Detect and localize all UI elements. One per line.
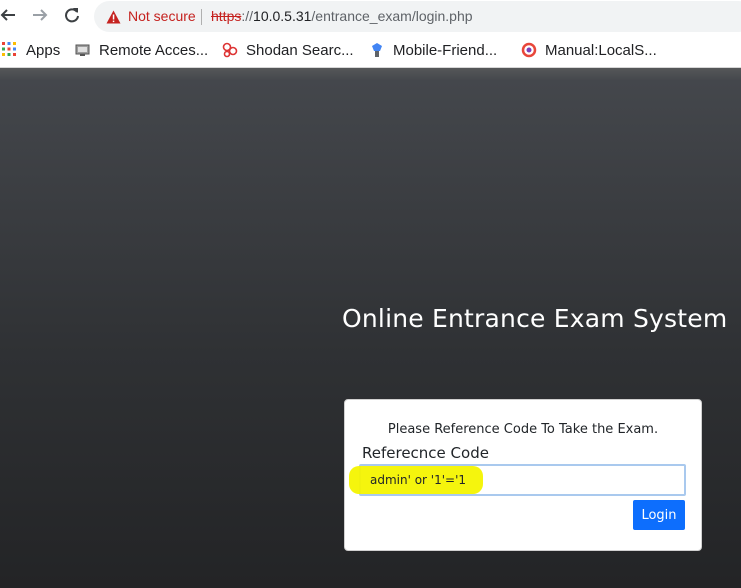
bookmark-apps[interactable]: Apps: [2, 40, 60, 60]
not-secure-label[interactable]: Not secure: [128, 8, 196, 24]
apps-grid-icon: [2, 42, 18, 58]
bookmarks-bar: Apps Remote Acces... Shodan Searc... Mob…: [0, 34, 741, 66]
warning-triangle-icon[interactable]: [106, 9, 121, 28]
mobile-friendly-icon: [369, 42, 385, 58]
omnibox-divider: [201, 9, 202, 25]
address-bar[interactable]: Not secure https://10.0.5.31/entrance_ex…: [94, 1, 741, 32]
card-message: Please Reference Code To Take the Exam.: [387, 422, 659, 437]
bookmark-label: Shodan Searc...: [246, 41, 354, 59]
remote-access-icon: [75, 42, 91, 58]
login-button[interactable]: Login: [633, 500, 685, 530]
url-scheme: https: [211, 8, 242, 24]
url-text[interactable]: https://10.0.5.31/entrance_exam/login.ph…: [211, 8, 473, 24]
mediawiki-icon: [521, 42, 537, 58]
bookmark-label: Mobile-Friend...: [393, 41, 498, 59]
reload-button[interactable]: [59, 4, 85, 30]
bookmark-remote-access[interactable]: Remote Acces...: [75, 40, 208, 60]
back-arrow-icon: [0, 7, 16, 27]
reference-code-label: Referecnce Code: [362, 444, 489, 462]
bookmark-mobile-friendly[interactable]: Mobile-Friend...: [369, 40, 497, 60]
forward-arrow-icon: [32, 7, 48, 27]
reference-code-value[interactable]: admin' or '1'='1: [370, 473, 466, 487]
bookmark-shodan[interactable]: Shodan Searc...: [222, 40, 354, 60]
back-button[interactable]: [0, 4, 21, 30]
reload-icon: [64, 7, 80, 27]
browser-toolbar: Not secure https://10.0.5.31/entrance_ex…: [0, 0, 741, 34]
url-path: /entrance_exam/login.php: [311, 8, 473, 24]
bookmark-label: Apps: [26, 41, 61, 59]
page-title: Online Entrance Exam System: [342, 304, 728, 333]
url-host: 10.0.5.31: [253, 8, 312, 24]
shodan-icon: [222, 42, 238, 58]
bookmark-label: Remote Acces...: [99, 41, 209, 59]
bookmark-manual-locals[interactable]: Manual:LocalS...: [521, 40, 657, 60]
page-content: Online Entrance Exam System Please Refer…: [0, 68, 741, 588]
login-card: Please Reference Code To Take the Exam. …: [344, 399, 702, 551]
forward-button[interactable]: [27, 4, 53, 30]
bookmark-label: Manual:LocalS...: [545, 41, 657, 59]
url-separator: ://: [241, 8, 254, 24]
